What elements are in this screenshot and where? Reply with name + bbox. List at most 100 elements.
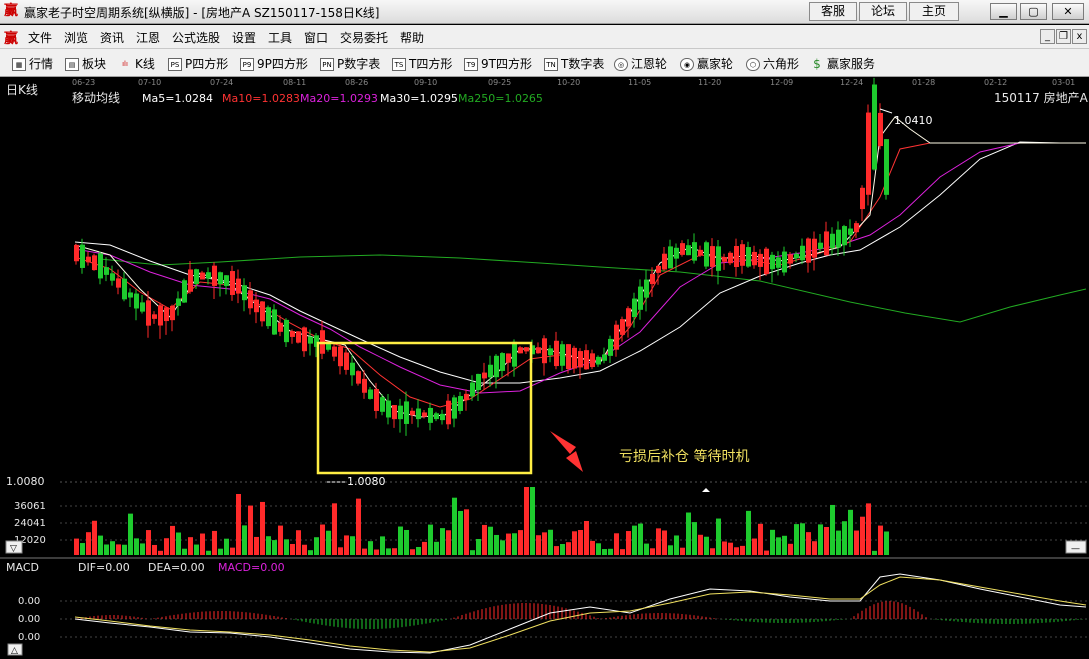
- volume-bar: [326, 530, 331, 555]
- volume-bar: [434, 541, 439, 555]
- volume-bar: [740, 545, 745, 555]
- tool-p-table[interactable]: PN P数字表: [320, 55, 380, 72]
- menu-formula[interactable]: 公式选股: [172, 29, 220, 46]
- chart-area[interactable]: 06-23 07-10 07-24 08-11 08-26 09-10 09-25 10-20…: [0, 77, 1089, 656]
- mdi-restore-icon[interactable]: ❐: [1056, 29, 1071, 44]
- volume-bar: [608, 548, 613, 555]
- volume-bar: [164, 538, 169, 555]
- menu-browse[interactable]: 浏览: [64, 29, 88, 46]
- macd-value: MACD=0.00: [218, 561, 285, 574]
- candle-body: [134, 293, 139, 309]
- candle-body: [224, 275, 229, 286]
- volume-bar: [872, 550, 877, 555]
- candle-body: [356, 371, 361, 384]
- volume-bar: [392, 548, 397, 555]
- tool-quotes[interactable]: ▦ 行情: [12, 55, 53, 72]
- volume-bar: [260, 501, 265, 555]
- candle-body: [344, 352, 349, 370]
- volume-bar: [464, 509, 469, 555]
- minimize-icon[interactable]: ▁: [990, 3, 1017, 20]
- volume-bar: [362, 548, 367, 555]
- candle-body: [290, 331, 295, 337]
- home-button[interactable]: 主页: [909, 2, 959, 21]
- t9-icon: T9: [464, 58, 478, 71]
- macd-tick-1: 0.00: [18, 596, 40, 607]
- candle-body: [140, 302, 145, 312]
- volume-bar: [128, 513, 133, 555]
- candle-body: [518, 347, 523, 354]
- service-button[interactable]: 客服: [809, 2, 857, 21]
- candle-body: [866, 112, 871, 195]
- menu-file[interactable]: 文件: [28, 29, 52, 46]
- candle-body: [206, 272, 211, 279]
- candle-body: [374, 389, 379, 411]
- date-tick: 02-12: [984, 78, 1007, 87]
- volume-bar: [704, 536, 709, 555]
- kline-chart[interactable]: 06-23 07-10 07-24 08-11 08-26 09-10 09-25 10-20…: [0, 77, 1089, 656]
- volume-bar: [194, 544, 199, 555]
- tool-blocks[interactable]: ▤ 板块: [65, 55, 106, 72]
- candle-body: [854, 223, 859, 233]
- toolbar: ▦ 行情 ▤ 板块 ılı K线 PS P四方形 P9 9P四方形 PN P数字表 TS T四…: [0, 49, 1089, 77]
- candle-body: [548, 348, 553, 356]
- date-tick: 12-09: [770, 78, 793, 87]
- close-icon[interactable]: ✕: [1052, 3, 1084, 20]
- menu-help[interactable]: 帮助: [400, 29, 424, 46]
- tool-winner-wheel[interactable]: ◉ 赢家轮: [680, 55, 733, 72]
- volume-bar: [74, 538, 79, 555]
- mdi-close-icon[interactable]: x: [1072, 29, 1087, 44]
- candle-body: [824, 231, 829, 256]
- menu-news[interactable]: 资讯: [100, 29, 124, 46]
- tool-hexagon[interactable]: ⬡ 六角形: [746, 55, 799, 72]
- candle-body: [266, 307, 271, 327]
- candle-body: [764, 248, 769, 275]
- candle-body: [848, 228, 853, 235]
- candle-body: [500, 353, 505, 371]
- volume-bar: [806, 532, 811, 555]
- tool-p-square[interactable]: PS P四方形: [168, 55, 228, 72]
- volume-bar: [332, 503, 337, 555]
- menu-window[interactable]: 窗口: [304, 29, 328, 46]
- menu-trade[interactable]: 交易委托: [340, 29, 388, 46]
- candle-body: [626, 308, 631, 327]
- volume-bar: [188, 537, 193, 555]
- candle-body: [470, 382, 475, 397]
- volume-bar: [572, 531, 577, 555]
- volume-bar: [206, 550, 211, 555]
- tool-kline[interactable]: ılı K线: [118, 55, 155, 72]
- tool-t-square[interactable]: TS T四方形: [392, 55, 452, 72]
- wheel-icon: ◉: [680, 58, 694, 71]
- menu-tools[interactable]: 工具: [268, 29, 292, 46]
- forum-button[interactable]: 论坛: [859, 2, 907, 21]
- macd-dea: DEA=0.00: [148, 561, 205, 574]
- tool-winner-service[interactable]: $ 赢家服务: [810, 55, 875, 72]
- date-tick: 01-28: [912, 78, 935, 87]
- candle-body: [116, 278, 121, 288]
- candle-body: [782, 251, 787, 273]
- volume-bar: [866, 503, 871, 555]
- mdi-minimize-icon[interactable]: _: [1040, 29, 1055, 44]
- candle-body: [662, 253, 667, 270]
- candle-body: [104, 267, 109, 275]
- candle-body: [122, 278, 127, 300]
- candle-body: [746, 247, 751, 267]
- menu-gann[interactable]: 江恩: [136, 29, 160, 46]
- chevron-down-icon: ▽: [10, 544, 17, 554]
- ma30-line: [74, 141, 1086, 384]
- tool-gann-wheel[interactable]: ◎ 江恩轮: [614, 55, 667, 72]
- candle-body: [362, 378, 367, 393]
- tool-9t-square[interactable]: T9 9T四方形: [464, 55, 532, 72]
- tool-9p-square[interactable]: P9 9P四方形: [240, 55, 308, 72]
- volume-bar: [662, 530, 667, 555]
- menu-settings[interactable]: 设置: [232, 29, 256, 46]
- macd-dif-line: [74, 573, 1087, 654]
- maximize-icon[interactable]: ▢: [1020, 3, 1047, 20]
- volume-bar: [596, 543, 601, 555]
- candle-body: [272, 309, 277, 335]
- volume-bar: [140, 543, 145, 555]
- date-tick: 07-10: [138, 78, 161, 87]
- volume-bar: [458, 510, 463, 555]
- candle-body: [218, 272, 223, 285]
- tool-t-table[interactable]: TN T数字表: [544, 55, 604, 72]
- volume-bar: [788, 543, 793, 555]
